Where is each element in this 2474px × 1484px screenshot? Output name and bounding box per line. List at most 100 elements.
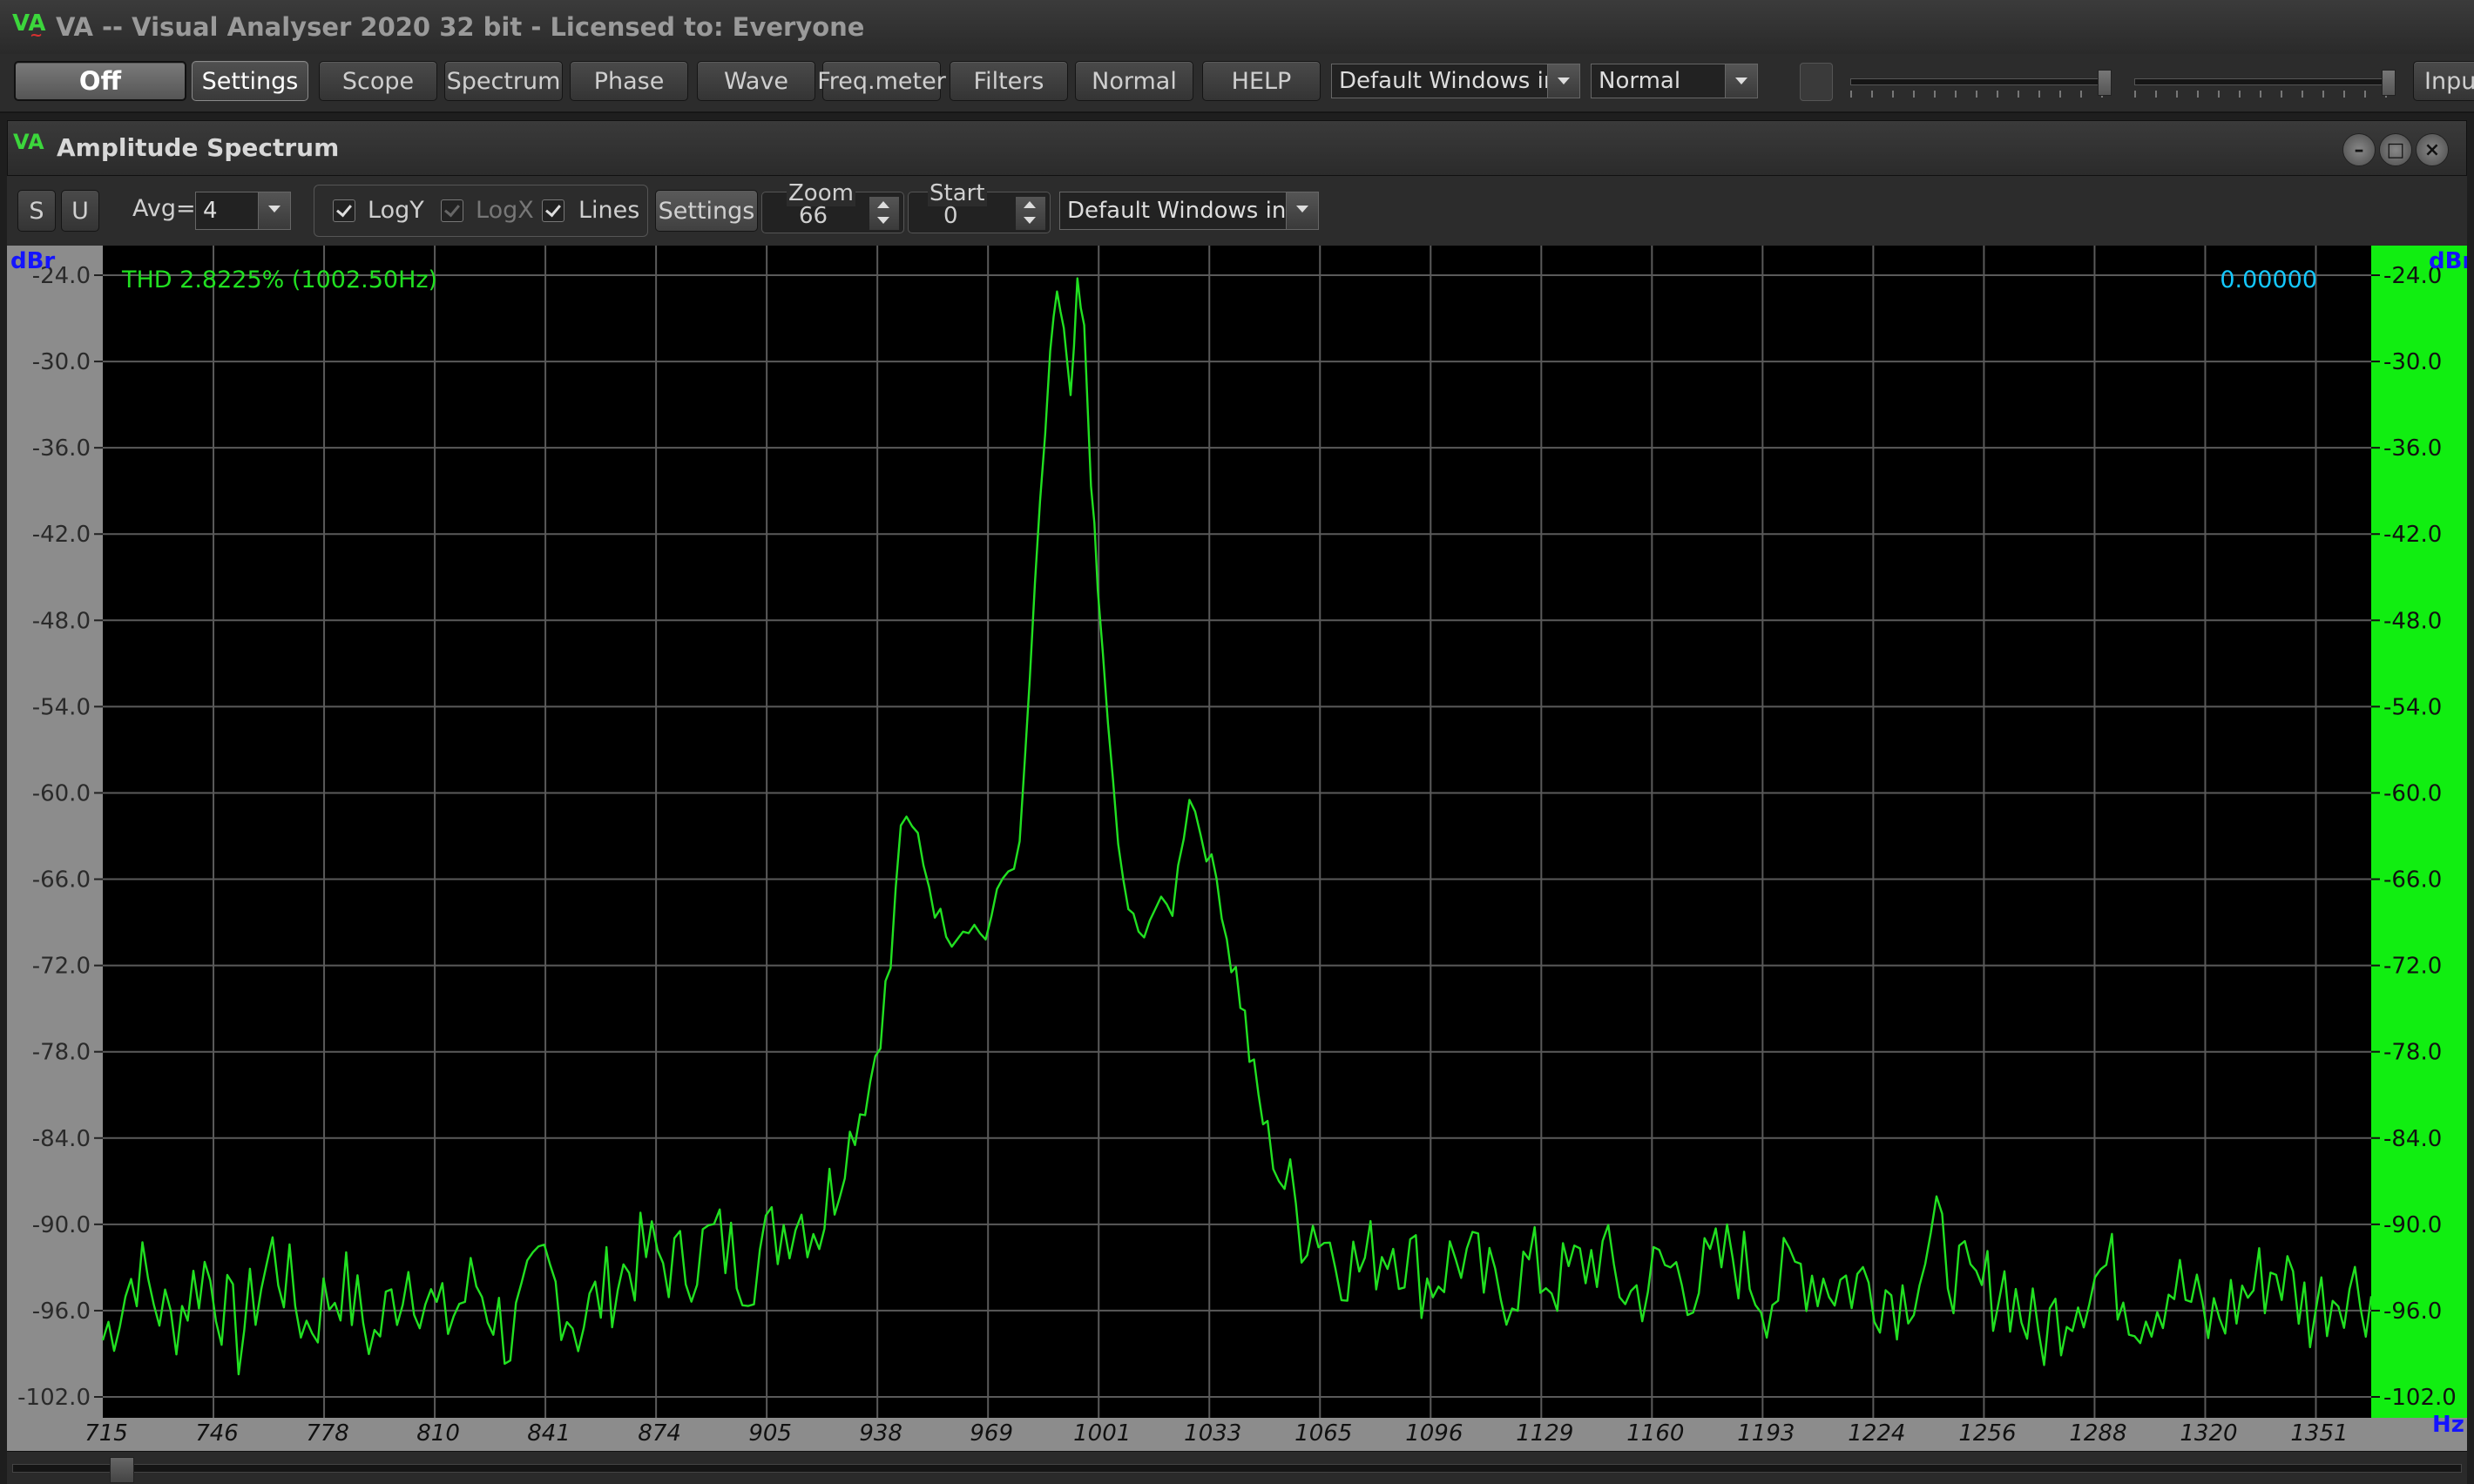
y-tick-label-right: -36.0	[2383, 435, 2442, 462]
x-unit: Hz	[2432, 1412, 2464, 1438]
app-titlebar: VA ~ VA -- Visual Analyser 2020 32 bit - …	[0, 0, 2474, 55]
close-icon[interactable]: ×	[2416, 133, 2449, 166]
y-tick-label: -54.0	[32, 694, 91, 720]
zoom-value: 66	[799, 203, 828, 229]
y-tick-label: -48.0	[32, 608, 91, 634]
x-tick-label: 905	[748, 1420, 792, 1447]
input-device-value: Default Windows inp	[1339, 68, 1572, 94]
start-value: 0	[943, 203, 958, 229]
mode-select[interactable]: Normal	[1591, 64, 1758, 98]
logx-checkbox[interactable]	[441, 199, 463, 222]
right-gain-slider[interactable]	[2134, 70, 2396, 101]
window-function-value: Default Windows inp	[1067, 198, 1301, 224]
x-tick-label: 1193	[1737, 1420, 1795, 1447]
level-indicator	[1800, 63, 1833, 101]
left-gain-slider[interactable]	[1850, 70, 2112, 101]
y-tick-label: -36.0	[32, 435, 91, 462]
logy-label: LogY	[368, 197, 424, 224]
start-spinner[interactable]: Start 0	[908, 180, 1051, 233]
settings-button[interactable]: Settings	[192, 61, 308, 101]
spectrum-plot-area[interactable]: -24.0 -30.0 -36.0 -42.0 -48.0 -54.0 -60.0 -66.0…	[7, 246, 2467, 1451]
y-tick-label-right: -42.0	[2383, 522, 2442, 548]
y-tick-label-right: -78.0	[2383, 1040, 2442, 1066]
window-function-select[interactable]: Default Windows inp	[1059, 192, 1319, 230]
filters-button[interactable]: Filters	[950, 61, 1068, 101]
logx-label: LogX	[476, 197, 534, 224]
spectrum-button[interactable]: Spectrum	[444, 61, 563, 101]
scrollbar-track	[12, 1464, 2462, 1473]
main-toolbar: Off Settings Scope Spectrum Phase Wave F…	[0, 54, 2474, 113]
lines-label: Lines	[578, 197, 640, 224]
y-tick-label: -78.0	[32, 1040, 91, 1066]
u-button[interactable]: U	[61, 190, 99, 232]
start-updown-icon[interactable]	[1015, 196, 1046, 231]
avg-select[interactable]: 4	[195, 192, 291, 230]
y-tick-label: -30.0	[32, 349, 91, 375]
y-tick-label: -102.0	[17, 1385, 91, 1411]
x-tick-label: 810	[416, 1420, 460, 1447]
spectrum-chart[interactable]: -24.0-30.0-36.0-42.0-48.0-54.0-60.0-66.0…	[7, 246, 2467, 1451]
slider-ticks	[2134, 91, 2396, 98]
app-logo: VA ~	[12, 10, 45, 44]
y-tick-label: -60.0	[32, 780, 91, 806]
x-tick-label: 1288	[2069, 1420, 2126, 1447]
x-tick-label: 715	[84, 1420, 128, 1447]
phase-button[interactable]: Phase	[570, 61, 688, 101]
y-tick-label: -90.0	[32, 1212, 91, 1238]
slider-track	[1850, 78, 2112, 85]
input-button[interactable]: Inpu	[2413, 61, 2474, 101]
x-tick-label: 746	[195, 1420, 239, 1447]
app-title: VA -- Visual Analyser 2020 32 bit - Lice…	[56, 12, 865, 42]
minimize-icon[interactable]: –	[2342, 133, 2376, 166]
normal-button[interactable]: Normal	[1075, 61, 1193, 101]
wave-button[interactable]: Wave	[697, 61, 815, 101]
spectrum-window-titlebar: VA Amplitude Spectrum – □ ×	[7, 120, 2467, 176]
slider-thumb[interactable]	[2382, 70, 2396, 96]
zoom-updown-icon[interactable]	[869, 196, 900, 231]
y-tick-label-right: -96.0	[2383, 1298, 2442, 1325]
y-tick-label-right: -84.0	[2383, 1126, 2442, 1152]
y-tick-label: -66.0	[32, 867, 91, 894]
avg-value: 4	[203, 198, 218, 224]
s-button[interactable]: S	[17, 190, 56, 232]
x-tick-label: 1256	[1958, 1420, 2016, 1447]
input-device-select[interactable]: Default Windows inp	[1331, 64, 1580, 98]
app-logo-accent: ~	[30, 26, 44, 44]
chevron-down-icon[interactable]	[1725, 64, 1757, 98]
off-button[interactable]: Off	[14, 61, 186, 101]
scrollbar-thumb[interactable]	[110, 1457, 134, 1483]
x-axis: 715 746 778 810 841 874 905 938 969 1001 1033 1065 1…	[84, 1420, 2348, 1447]
chevron-down-icon[interactable]	[258, 192, 290, 229]
freqmeter-button[interactable]: Freq.meter	[817, 61, 946, 101]
display-settings-button[interactable]: Settings	[655, 190, 758, 232]
x-tick-label: 841	[527, 1420, 571, 1447]
y-unit-right: dBr	[2429, 248, 2467, 274]
y-tick-label-right: -66.0	[2383, 867, 2442, 894]
chevron-down-icon[interactable]	[1547, 64, 1579, 98]
x-tick-label: 1001	[1073, 1420, 1131, 1447]
level-meter	[2371, 246, 2467, 1418]
horizontal-scrollbar[interactable]	[7, 1451, 2467, 1484]
help-button[interactable]: HELP	[1202, 61, 1321, 101]
chevron-down-icon[interactable]	[1286, 192, 1318, 229]
y-tick-label-right: -90.0	[2383, 1212, 2442, 1238]
maximize-icon[interactable]: □	[2379, 133, 2412, 166]
window-logo: VA	[13, 130, 44, 154]
thd-annotation: THD 2.8225% (1002.50Hz)	[121, 266, 437, 293]
x-tick-label: 1129	[1516, 1420, 1573, 1447]
zoom-spinner[interactable]: Zoom 66	[761, 180, 904, 233]
lines-checkbox[interactable]	[542, 199, 564, 222]
y-tick-label-right: -60.0	[2383, 780, 2442, 806]
x-tick-label: 969	[970, 1420, 1013, 1447]
x-tick-label: 1320	[2180, 1420, 2237, 1447]
mode-value: Normal	[1599, 68, 1681, 94]
slider-thumb[interactable]	[2098, 70, 2112, 96]
scope-button[interactable]: Scope	[319, 61, 437, 101]
x-tick-label: 938	[859, 1420, 902, 1447]
x-tick-label: 1224	[1848, 1420, 1905, 1447]
y-tick-label-right: -48.0	[2383, 608, 2442, 634]
y-tick-label: -42.0	[32, 522, 91, 548]
avg-label: Avg=	[132, 195, 196, 222]
logy-checkbox[interactable]	[333, 199, 355, 222]
y-tick-label-right: -102.0	[2383, 1385, 2457, 1411]
